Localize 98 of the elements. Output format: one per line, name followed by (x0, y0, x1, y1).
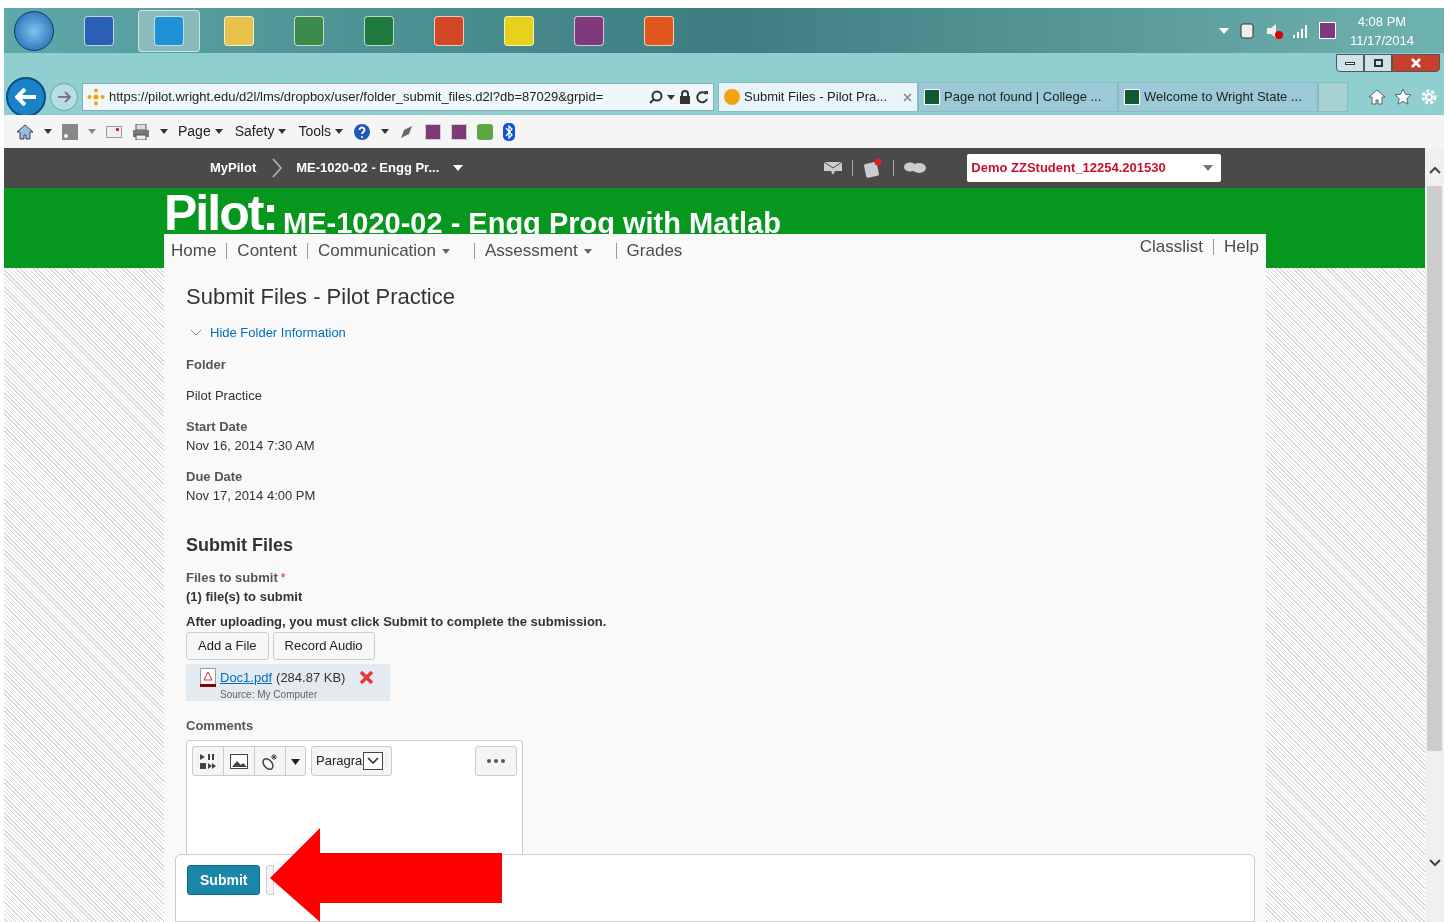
nav-link[interactable]: Communication (317, 238, 450, 264)
submit-button[interactable]: Submit (187, 865, 261, 895)
hide-folder-info-link[interactable]: Hide Folder Information (190, 323, 346, 343)
image-icon[interactable] (230, 753, 248, 769)
caret-icon (214, 129, 223, 134)
media-icon[interactable] (200, 753, 216, 770)
start-button[interactable] (14, 10, 54, 51)
ellipsis-icon (487, 758, 505, 763)
caret-icon[interactable] (44, 129, 52, 134)
caret-icon[interactable] (381, 129, 390, 134)
format-dropdown[interactable]: Paragra (311, 745, 393, 776)
nav-link[interactable]: Classlist (1139, 234, 1204, 260)
file-count: (1) file(s) to submit (186, 588, 303, 605)
field-label: Start Date (186, 418, 248, 435)
refresh-icon[interactable] (695, 90, 709, 104)
action-button[interactable]: Record Audio (272, 631, 375, 660)
signal-icon[interactable] (1292, 23, 1309, 38)
restore-button[interactable] (1364, 54, 1392, 72)
site-icon (924, 89, 940, 105)
forward-button[interactable] (50, 83, 78, 111)
star-icon[interactable] (1394, 88, 1412, 106)
help-icon[interactable] (353, 122, 372, 141)
close-button[interactable] (1392, 54, 1440, 72)
page-title: Submit Files - Pilot Practice (186, 283, 455, 311)
nav-link[interactable]: Content (237, 238, 297, 264)
menu-button[interactable]: Page (178, 121, 223, 142)
mail-icon[interactable] (106, 125, 122, 138)
caret-icon[interactable] (291, 758, 300, 765)
url-text: https://pilot.wright.edu/d2l/lms/dropbox/user/folder_submit_files.d2l?db=87029&grpid= (109, 88, 605, 107)
lock-icon (679, 90, 691, 104)
file-source: Source: My Computer (220, 688, 319, 702)
browser-tab[interactable]: Submit Files - Pilot Pra... (718, 82, 918, 112)
search-icon[interactable] (649, 90, 663, 104)
clock-date: 11/17/2014 (1349, 31, 1414, 50)
link-icon[interactable] (261, 752, 279, 771)
nav-link[interactable]: Grades (626, 238, 683, 264)
printer-icon[interactable] (132, 123, 150, 140)
file-size: (284.87 KB) (276, 668, 346, 687)
browser-tab[interactable]: Page not found | College ... (918, 82, 1118, 112)
remove-icon[interactable] (359, 669, 375, 685)
secondary-button[interactable] (266, 865, 275, 895)
caret-icon[interactable] (667, 94, 675, 100)
action-button[interactable]: Add a File (186, 631, 269, 660)
caret-icon (278, 129, 287, 134)
scroll-down-icon[interactable] (1428, 859, 1441, 867)
browser-tab[interactable]: Welcome to Wright State ... (1118, 82, 1318, 112)
address-bar[interactable]: https://pilot.wright.edu/d2l/lms/dropbox/user/folder_submit_files.d2l?db=87029&grpid= (82, 83, 714, 111)
taskbar-app-button[interactable] (138, 9, 200, 52)
minimize-button[interactable] (1336, 54, 1364, 72)
course-selector[interactable]: ME-1020-02 - Engg Pr... (296, 158, 440, 178)
file-link[interactable]: Doc1.pdf (220, 667, 273, 687)
more-button[interactable] (475, 745, 517, 776)
close-icon (1411, 58, 1421, 68)
menu-button[interactable]: Safety (234, 121, 287, 142)
field-value: Pilot Practice (186, 387, 262, 404)
scroll-thumb[interactable] (1427, 186, 1442, 751)
clock-time: 4:08 PM (1357, 12, 1407, 31)
nav-link[interactable]: Help (1224, 234, 1259, 260)
feed-icon[interactable] (62, 123, 78, 140)
instruction-text: After uploading, you must click Submit to complete the submission. (186, 613, 607, 630)
home-icon[interactable] (16, 122, 34, 141)
user-menu[interactable]: Demo ZZStudent_12254.201530 (967, 154, 1222, 182)
caret-icon (583, 248, 592, 254)
mail-icon[interactable] (823, 160, 844, 176)
scroll-up-icon[interactable] (1428, 166, 1441, 174)
field-value: Nov 16, 2014 7:30 AM (186, 437, 315, 454)
required-mark: * (280, 569, 286, 586)
nav-link[interactable]: Assessment (485, 238, 592, 264)
caret-icon[interactable] (160, 129, 168, 134)
site-icon (87, 88, 105, 106)
chevron-icon (272, 158, 283, 178)
nav-link[interactable]: Home (171, 238, 217, 264)
arrow-left-icon (15, 88, 37, 106)
field-value: Nov 17, 2014 4:00 PM (186, 487, 316, 504)
home-icon[interactable] (1368, 88, 1386, 106)
chat-icon[interactable] (903, 161, 928, 175)
breadcrumb-link[interactable]: MyPilot (210, 158, 257, 178)
chevron-icon (363, 751, 384, 770)
section-heading: Submit Files (186, 533, 293, 556)
caret-icon (335, 129, 344, 134)
caret-icon (442, 248, 450, 254)
site-icon (724, 89, 740, 105)
bluetooth-icon[interactable] (503, 122, 516, 141)
speaker-muted-icon[interactable] (1264, 21, 1283, 40)
caret-icon[interactable] (453, 165, 464, 171)
site-icon (1124, 89, 1140, 105)
chevron-icon (190, 329, 202, 337)
caret-icon (1203, 165, 1214, 171)
arrow-right-icon (57, 91, 71, 103)
logo: Pilot: (164, 188, 277, 238)
close-tab-icon[interactable] (903, 92, 912, 102)
back-button[interactable] (6, 77, 46, 117)
field-label: Due Date (186, 468, 243, 485)
field-label: Comments (186, 717, 254, 734)
field-label: Files to submit (186, 569, 278, 586)
field-label: Folder (186, 356, 226, 373)
pdf-file-icon (200, 667, 216, 687)
menu-button[interactable]: Tools (298, 121, 344, 142)
